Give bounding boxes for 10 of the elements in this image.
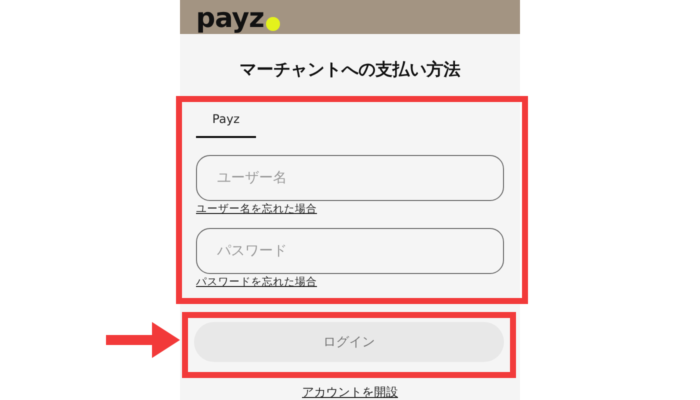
signup-link[interactable]: アカウントを開設 [302,385,398,399]
tab[interactable]: Payz [196,106,256,138]
logo-dot-icon [266,17,280,31]
page-title: マーチャントへの支払い方法 [240,59,460,81]
forgot-link[interactable]: ユーザー名を忘れた場合 [196,203,317,216]
arrow-icon [106,322,180,358]
input-field[interactable]: ユーザー名 [196,155,504,201]
input-field[interactable]: パスワード [196,228,504,274]
logo-text: payz [196,4,264,34]
forgot-link[interactable]: パスワードを忘れた場合 [196,276,317,289]
